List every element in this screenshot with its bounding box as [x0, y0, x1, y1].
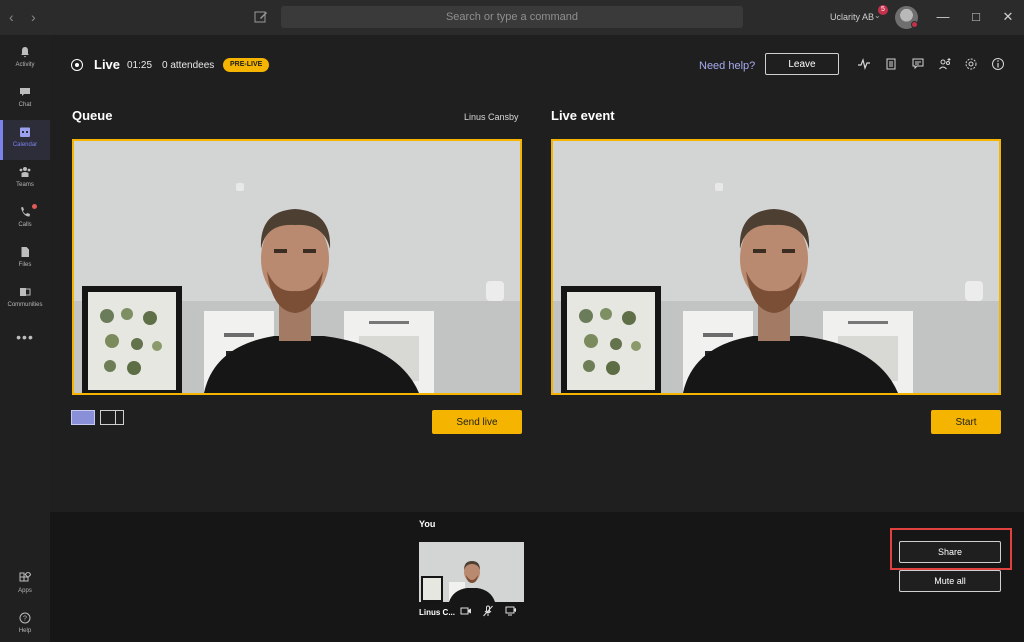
- leave-button[interactable]: Leave: [765, 53, 839, 75]
- sidebar-item-label: Calls: [18, 222, 32, 228]
- participants-icon[interactable]: [938, 57, 952, 71]
- presence-status-icon: [911, 21, 918, 28]
- file-icon: [21, 247, 29, 257]
- minimize-icon[interactable]: —: [935, 9, 951, 25]
- more-icon: •••: [16, 329, 34, 345]
- participant-name: Linus C...: [419, 608, 455, 617]
- apps-icon: [19, 572, 31, 582]
- share-button[interactable]: Share: [899, 541, 1001, 563]
- webcam-image: [553, 141, 999, 393]
- compose-icon[interactable]: [253, 9, 269, 25]
- phone-icon: [21, 207, 30, 217]
- webcam-image: [74, 141, 520, 393]
- sidebar-item-chat[interactable]: Chat: [0, 80, 50, 120]
- sidebar-item-label: Communities: [7, 302, 43, 308]
- settings-gear-icon[interactable]: [964, 57, 978, 71]
- notification-dot-icon: [32, 204, 37, 209]
- org-switcher[interactable]: Uclarity AB: [830, 12, 874, 22]
- forward-arrow-icon[interactable]: ›: [31, 10, 45, 24]
- title-bar: ‹ › Search or type a command Uclarity AB…: [0, 0, 1024, 35]
- you-section-label: You: [419, 519, 436, 529]
- chat-icon[interactable]: [911, 57, 925, 71]
- sidebar-item-calls[interactable]: Calls: [0, 200, 50, 240]
- sidebar-item-teams[interactable]: Teams: [0, 160, 50, 200]
- queue-video-preview: [72, 139, 522, 395]
- mic-off-icon[interactable]: [482, 605, 494, 617]
- sidebar-item-label: Files: [18, 262, 32, 268]
- maximize-icon[interactable]: □: [968, 9, 984, 25]
- webcam-image: [419, 542, 524, 602]
- live-event-title: Live event: [551, 108, 615, 123]
- send-live-button[interactable]: Send live: [432, 410, 522, 434]
- page-title: Live: [94, 57, 121, 72]
- sidebar-item-label: Activity: [15, 62, 35, 68]
- sidebar-item-label: Chat: [18, 102, 32, 108]
- mute-all-button[interactable]: Mute all: [899, 570, 1001, 592]
- search-input[interactable]: Search or type a command: [281, 6, 743, 28]
- need-help-link[interactable]: Need help?: [699, 60, 755, 72]
- attendee-count: 0 attendees: [162, 60, 215, 71]
- live-indicator-icon: [71, 59, 83, 71]
- communities-icon: [20, 288, 31, 296]
- start-button[interactable]: Start: [931, 410, 1001, 434]
- queue-title: Queue: [72, 108, 113, 123]
- bell-icon: [21, 47, 29, 58]
- participants-bar: [50, 512, 1024, 642]
- sidebar-item-help[interactable]: ? Help: [0, 606, 50, 642]
- sidebar-item-communities[interactable]: Communities: [0, 280, 50, 320]
- chat-icon: [20, 88, 30, 96]
- queue-presenter-name: Linus Cansby: [464, 112, 519, 122]
- calendar-icon: [20, 127, 30, 137]
- teams-icon: [19, 167, 31, 177]
- teams-live-event-window: ‹ › Search or type a command Uclarity AB…: [0, 0, 1024, 642]
- sidebar-item-label: Apps: [18, 588, 32, 594]
- sidebar-item-apps[interactable]: Apps: [0, 566, 50, 606]
- sidebar-item-files[interactable]: Files: [0, 240, 50, 280]
- sidebar-item-label: Teams: [16, 182, 34, 188]
- help-icon: ?: [19, 612, 31, 624]
- close-icon[interactable]: ✕: [1000, 9, 1016, 25]
- notes-icon[interactable]: [884, 57, 898, 71]
- sidebar-item-calendar[interactable]: Calendar: [0, 120, 50, 160]
- sidebar-item-activity[interactable]: Activity: [0, 40, 50, 80]
- status-badge: PRE-LIVE: [223, 58, 270, 72]
- sidebar-item-label: Calendar: [12, 142, 38, 148]
- app-sidebar: Activity Chat Calendar Teams Calls Files…: [0, 35, 50, 642]
- layout-split-button[interactable]: [100, 410, 124, 425]
- sidebar-more-button[interactable]: •••: [0, 325, 50, 365]
- sidebar-item-label: Help: [18, 628, 32, 634]
- notification-badge: 5: [878, 5, 888, 15]
- health-monitor-icon[interactable]: [857, 57, 871, 71]
- send-to-queue-icon[interactable]: [505, 605, 517, 617]
- live-event-video-preview: [551, 139, 1001, 395]
- svg-text:?: ?: [23, 616, 27, 623]
- layout-single-button[interactable]: [71, 410, 95, 425]
- back-arrow-icon[interactable]: ‹: [9, 10, 23, 24]
- info-icon[interactable]: [991, 57, 1005, 71]
- participant-thumbnail[interactable]: [419, 542, 524, 602]
- camera-icon[interactable]: [460, 605, 472, 617]
- event-timer: 01:25: [127, 60, 153, 71]
